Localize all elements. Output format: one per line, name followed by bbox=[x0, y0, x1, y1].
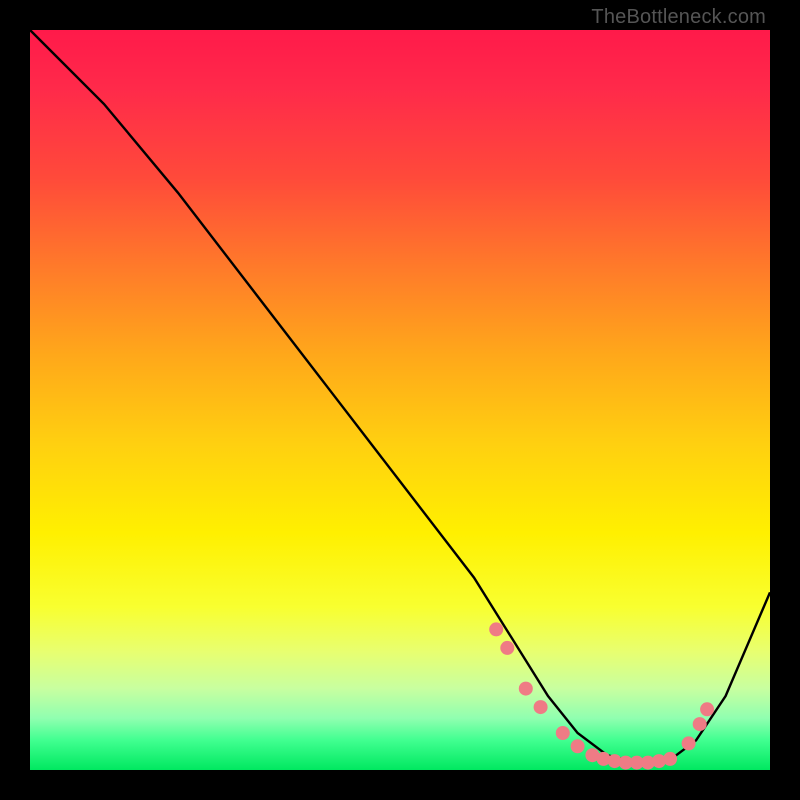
data-point bbox=[682, 736, 696, 750]
data-point bbox=[556, 726, 570, 740]
data-point bbox=[519, 682, 533, 696]
data-point bbox=[663, 752, 677, 766]
data-point bbox=[700, 702, 714, 716]
data-point bbox=[489, 622, 503, 636]
plot-area bbox=[30, 30, 770, 770]
data-point bbox=[534, 700, 548, 714]
data-point bbox=[571, 739, 585, 753]
highlight-points bbox=[489, 622, 714, 769]
watermark-text: TheBottleneck.com bbox=[591, 6, 766, 29]
data-point bbox=[500, 641, 514, 655]
chart-svg bbox=[30, 30, 770, 770]
chart-stage: TheBottleneck.com bbox=[0, 0, 800, 800]
bottleneck-curve bbox=[30, 30, 770, 763]
data-point bbox=[693, 717, 707, 731]
